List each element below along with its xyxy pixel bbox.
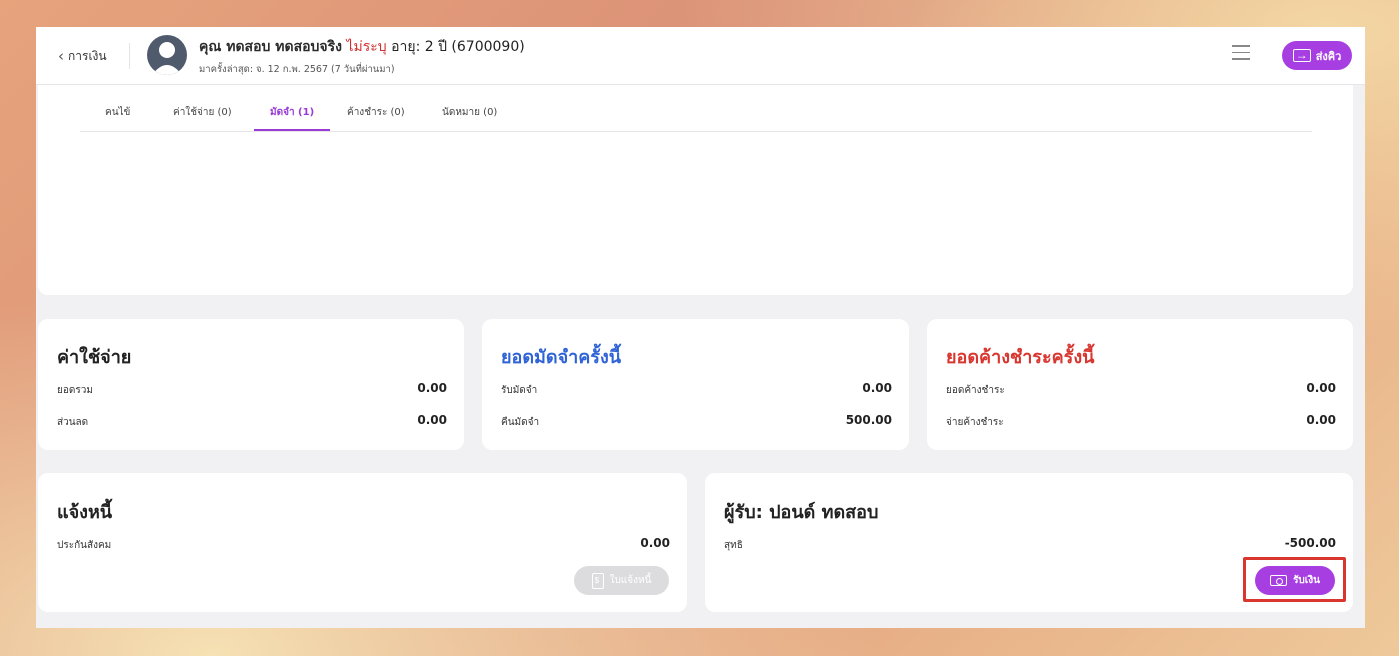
outstanding-paid-value: 0.00 bbox=[1306, 413, 1336, 427]
tab-bar: คนไข้ ค่าใช้จ่าย (0) มัดจำ (1) ค้างชำระ … bbox=[80, 85, 1312, 132]
patient-name-line: คุณ ทดสอบ ทดสอบจริง ไม่ระบุ อายุ: 2 ปี (… bbox=[199, 36, 525, 58]
debt-notice-card: แจ้งหนี้ ประกันสังคม 0.00 ใบแจ้งหนี้ bbox=[38, 473, 687, 612]
invoice-button[interactable]: ใบแจ้งหนี้ bbox=[574, 566, 669, 595]
payee-title: ผู้รับ: ปอนด์ ทดสอบ bbox=[724, 502, 879, 523]
expenses-total-label: ยอดรวม bbox=[57, 385, 93, 396]
send-queue-button[interactable]: → ส่งคิว bbox=[1282, 41, 1352, 70]
debt-notice-title: แจ้งหนี้ bbox=[57, 502, 113, 523]
patient-sex: ไม่ระบุ bbox=[346, 39, 387, 55]
divider bbox=[129, 43, 130, 69]
tab-deposit[interactable]: มัดจำ (1) bbox=[254, 105, 331, 131]
top-bar: ‹ การเงิน คุณ ทดสอบ ทดสอบจริง ไม่ระบุ อา… bbox=[36, 27, 1365, 85]
deposit-card: ยอดมัดจำครั้งนี้ รับมัดจำ 0.00 คืนมัดจำ … bbox=[482, 319, 909, 450]
patient-age-hn: อายุ: 2 ปี (6700090) bbox=[391, 39, 525, 55]
deposit-return-label: คืนมัดจำ bbox=[501, 417, 540, 428]
expenses-discount-value: 0.00 bbox=[417, 413, 447, 427]
social-security-value: 0.00 bbox=[640, 536, 670, 550]
outstanding-amount-label: ยอดค้างชำระ bbox=[946, 385, 1005, 396]
payee-card: ผู้รับ: ปอนด์ ทดสอบ สุทธิ -500.00 bbox=[705, 473, 1353, 612]
deposit-return-value: 500.00 bbox=[845, 413, 892, 427]
outstanding-amount-value: 0.00 bbox=[1306, 381, 1336, 395]
tab-expenses[interactable]: ค่าใช้จ่าย (0) bbox=[173, 105, 232, 129]
last-visit: มาครั้งล่าสุด: จ. 12 ก.พ. 2567 (7 วันที่… bbox=[199, 64, 395, 75]
expenses-title: ค่าใช้จ่าย bbox=[57, 347, 132, 368]
app-frame: ‹ การเงิน คุณ ทดสอบ ทดสอบจริง ไม่ระบุ อา… bbox=[36, 27, 1365, 628]
back-label: การเงิน bbox=[68, 49, 107, 63]
expenses-total-value: 0.00 bbox=[417, 381, 447, 395]
send-queue-label: ส่งคิว bbox=[1315, 50, 1342, 63]
chevron-left-icon: ‹ bbox=[58, 47, 64, 65]
social-security-label: ประกันสังคม bbox=[57, 540, 112, 551]
menu-icon[interactable] bbox=[1232, 45, 1250, 61]
patient-name: คุณ ทดสอบ ทดสอบจริง bbox=[199, 39, 342, 55]
outstanding-title: ยอดค้างชำระครั้งนี้ bbox=[946, 347, 1095, 368]
net-value: -500.00 bbox=[1284, 536, 1336, 550]
outstanding-paid-label: จ่ายค้างชำระ bbox=[946, 417, 1004, 428]
invoice-button-label: ใบแจ้งหนี้ bbox=[609, 575, 652, 586]
tab-appointments[interactable]: นัดหมาย (0) bbox=[442, 105, 497, 129]
receive-payment-button[interactable]: รับเงิน bbox=[1255, 566, 1335, 595]
deposit-receive-label: รับมัดจำ bbox=[501, 385, 538, 396]
deposit-receive-value: 0.00 bbox=[862, 381, 892, 395]
back-button[interactable]: ‹ การเงิน bbox=[58, 47, 107, 66]
deposit-title: ยอดมัดจำครั้งนี้ bbox=[501, 347, 622, 368]
tab-panel: คนไข้ ค่าใช้จ่าย (0) มัดจำ (1) ค้างชำระ … bbox=[38, 85, 1353, 295]
outstanding-card: ยอดค้างชำระครั้งนี้ ยอดค้างชำระ 0.00 จ่า… bbox=[927, 319, 1353, 450]
tab-patient[interactable]: คนไข้ bbox=[105, 105, 130, 129]
expenses-card: ค่าใช้จ่าย ยอดรวม 0.00 ส่วนลด 0.00 bbox=[38, 319, 464, 450]
invoice-icon bbox=[591, 572, 604, 589]
user-icon bbox=[152, 42, 182, 75]
avatar bbox=[147, 35, 187, 75]
tab-outstanding[interactable]: ค้างชำระ (0) bbox=[347, 105, 405, 129]
receive-payment-label: รับเงิน bbox=[1293, 575, 1320, 586]
net-label: สุทธิ bbox=[724, 540, 743, 551]
cash-icon bbox=[1270, 575, 1288, 586]
exit-arrow-icon: → bbox=[1292, 49, 1311, 62]
expenses-discount-label: ส่วนลด bbox=[57, 417, 89, 428]
